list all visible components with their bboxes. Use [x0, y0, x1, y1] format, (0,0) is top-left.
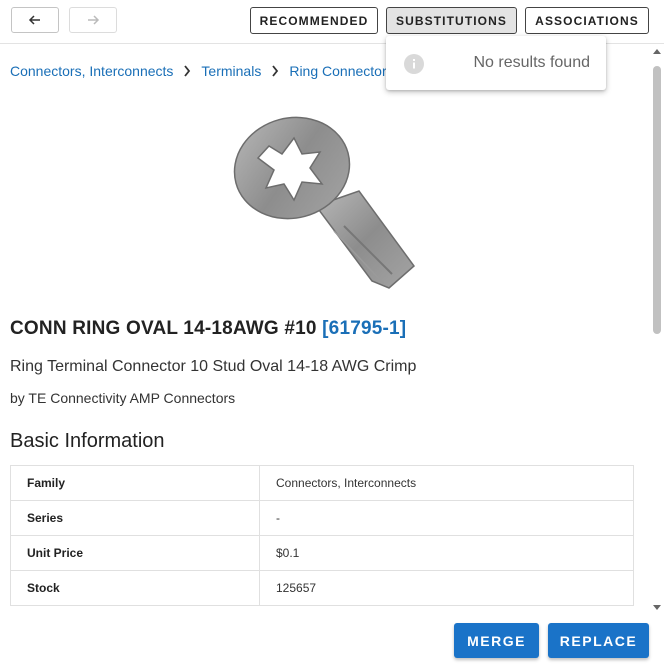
- product-title: CONN RING OVAL 14-18AWG #10 [61795-1]: [10, 318, 406, 340]
- replace-button[interactable]: REPLACE: [548, 623, 649, 658]
- row-key: Family: [10, 465, 260, 501]
- arrow-left-icon: [28, 15, 40, 25]
- row-value: -: [259, 500, 634, 536]
- row-key: Unit Price: [10, 535, 260, 571]
- part-number-link[interactable]: [61795-1]: [322, 318, 406, 339]
- row-value: $0.1: [259, 535, 634, 571]
- table-row: Series -: [10, 500, 634, 536]
- row-value: 125657: [259, 570, 634, 606]
- product-title-text: CONN RING OVAL 14-18AWG #10: [10, 318, 317, 339]
- breadcrumb-item-connectors[interactable]: Connectors, Interconnects: [10, 63, 173, 79]
- product-image: [224, 96, 424, 296]
- product-detail-panel[interactable]: Connectors, Interconnects Terminals Ring…: [0, 44, 650, 615]
- breadcrumb: Connectors, Interconnects Terminals Ring…: [10, 63, 394, 79]
- chevron-right-icon: [265, 64, 285, 78]
- row-key: Series: [10, 500, 260, 536]
- info-icon: [404, 54, 424, 74]
- scroll-down-arrow-icon[interactable]: [653, 605, 661, 610]
- no-results-popover: No results found: [386, 36, 606, 90]
- tab-associations[interactable]: ASSOCIATIONS: [525, 7, 649, 34]
- back-button[interactable]: [11, 7, 59, 33]
- arrow-right-icon: [88, 15, 100, 25]
- vertical-scrollbar[interactable]: [650, 44, 664, 615]
- no-results-message: No results found: [473, 54, 590, 71]
- forward-button[interactable]: [69, 7, 117, 33]
- row-value: Connectors, Interconnects: [259, 465, 634, 501]
- breadcrumb-item-ring-connectors[interactable]: Ring Connectors: [289, 63, 393, 79]
- scroll-up-arrow-icon[interactable]: [653, 49, 661, 54]
- table-row: Unit Price $0.1: [10, 535, 634, 571]
- basic-information-table: Family Connectors, Interconnects Series …: [10, 465, 634, 606]
- manufacturer-byline: by TE Connectivity AMP Connectors: [10, 390, 236, 406]
- basic-information-heading: Basic Information: [10, 430, 165, 452]
- merge-button[interactable]: MERGE: [454, 623, 539, 658]
- tab-recommended[interactable]: RECOMMENDED: [250, 7, 378, 34]
- product-description: Ring Terminal Connector 10 Stud Oval 14-…: [10, 358, 417, 375]
- table-row: Family Connectors, Interconnects: [10, 465, 634, 501]
- chevron-right-icon: [177, 64, 197, 78]
- breadcrumb-item-terminals[interactable]: Terminals: [201, 63, 261, 79]
- scrollbar-thumb[interactable]: [653, 66, 661, 334]
- row-key: Stock: [10, 570, 260, 606]
- tab-substitutions[interactable]: SUBSTITUTIONS: [386, 7, 517, 34]
- table-row: Stock 125657: [10, 570, 634, 606]
